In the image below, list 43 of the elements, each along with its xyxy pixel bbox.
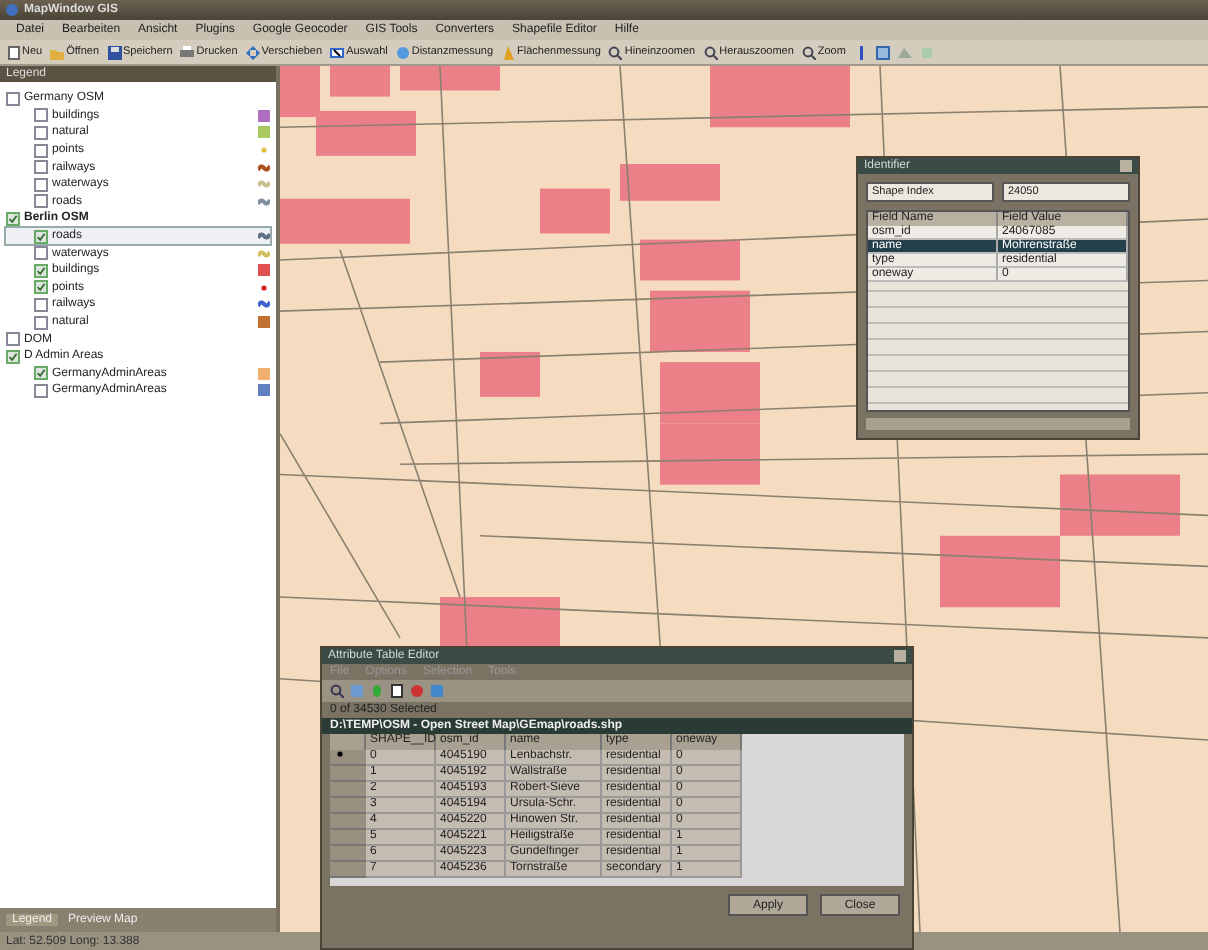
checkbox[interactable] xyxy=(6,211,20,226)
checkbox[interactable] xyxy=(6,91,20,106)
checkbox[interactable] xyxy=(6,332,20,347)
checkbox[interactable] xyxy=(34,383,48,398)
table-corner xyxy=(330,734,366,750)
magnifier-icon xyxy=(801,45,816,59)
zoom-out-icon xyxy=(703,45,718,59)
printer-icon xyxy=(180,45,195,59)
row-header[interactable] xyxy=(330,750,366,766)
checkbox[interactable] xyxy=(34,143,48,158)
document-icon xyxy=(6,45,20,59)
checkbox[interactable] xyxy=(34,366,48,381)
checkbox[interactable] xyxy=(34,246,48,261)
checkbox[interactable] xyxy=(6,349,20,364)
triangle-icon xyxy=(897,45,912,59)
horizontal-scrollbar[interactable] xyxy=(866,418,1130,430)
square-icon xyxy=(350,684,364,698)
square-icon xyxy=(430,684,444,698)
toolbar-button[interactable] xyxy=(390,684,404,698)
square-icon xyxy=(919,45,934,59)
folder-icon xyxy=(50,45,65,59)
checkbox[interactable] xyxy=(34,315,48,330)
checkbox[interactable] xyxy=(34,194,48,209)
magnifier-icon xyxy=(330,684,344,698)
zoom-in-icon xyxy=(608,45,623,59)
current-row-marker-icon xyxy=(336,750,344,758)
checkbox[interactable] xyxy=(34,177,48,192)
document-icon xyxy=(390,684,404,698)
circle-icon xyxy=(395,45,410,59)
checkbox[interactable] xyxy=(34,263,48,278)
selection-icon xyxy=(330,45,345,59)
four-arrows-icon xyxy=(245,45,260,59)
oval-icon xyxy=(370,684,384,698)
checkbox[interactable] xyxy=(34,108,48,123)
app-icon xyxy=(6,4,18,16)
checkbox[interactable] xyxy=(34,160,48,175)
checkbox[interactable] xyxy=(34,297,48,312)
circle-icon xyxy=(410,684,424,698)
checkbox[interactable] xyxy=(34,125,48,140)
checkbox[interactable] xyxy=(34,280,48,295)
checkbox[interactable] xyxy=(34,229,48,244)
grid-icon xyxy=(875,45,890,59)
area-icon xyxy=(501,45,516,59)
